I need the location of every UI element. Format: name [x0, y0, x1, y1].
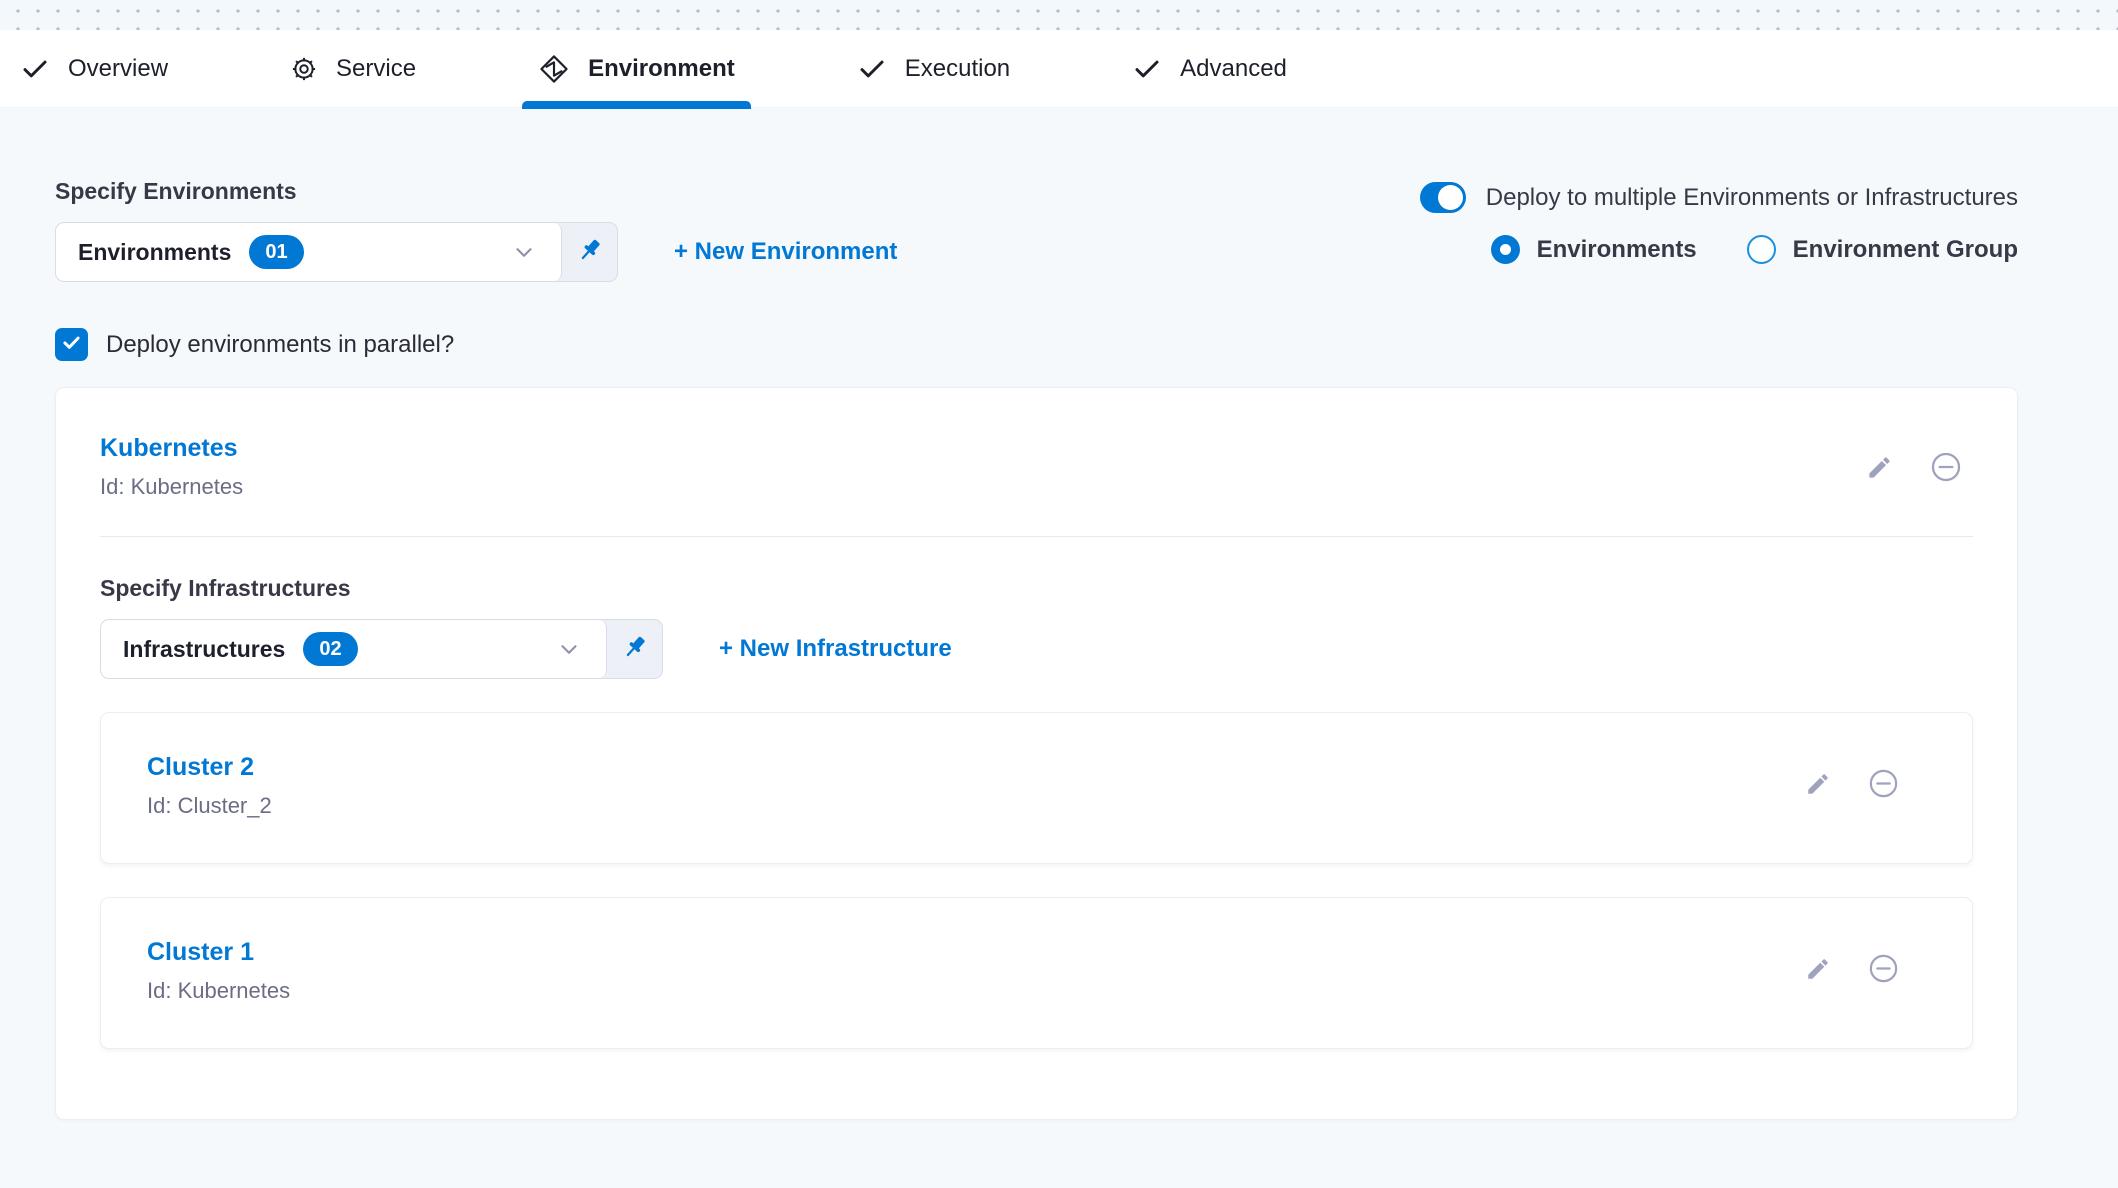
specify-environments-heading: Specify Environments [55, 178, 897, 205]
minus-circle-icon [1867, 952, 1900, 990]
toggle-knob [1438, 185, 1463, 210]
infrastructure-id: Id: Cluster_2 [147, 793, 272, 819]
environments-dropdown: Environments 01 [55, 222, 618, 282]
infrastructure-info: Cluster 1 Id: Kubernetes [147, 938, 290, 1004]
stage-tabbar: Overview Service Environment Execution [0, 30, 2118, 108]
multi-deploy-toggle[interactable] [1420, 182, 1466, 213]
remove-infrastructure-button[interactable] [1867, 767, 1900, 805]
edit-infrastructure-button[interactable] [1805, 956, 1831, 987]
tab-environment[interactable]: Environment [538, 30, 735, 108]
pencil-icon [1805, 771, 1831, 802]
environments-count-badge: 01 [249, 235, 303, 269]
environment-info: Kubernetes Id: Kubernetes [100, 434, 243, 500]
infrastructure-id: Id: Kubernetes [147, 978, 290, 1004]
infrastructures-dropdown: Infrastructures 02 [100, 619, 663, 679]
tab-label: Overview [68, 55, 168, 83]
tab-execution[interactable]: Execution [857, 30, 1010, 108]
radio-selected-icon [1491, 235, 1520, 264]
tab-label: Environment [588, 55, 735, 83]
radio-environments-label: Environments [1537, 236, 1697, 264]
environment-icon [538, 53, 570, 85]
radio-environments[interactable]: Environments [1491, 235, 1697, 264]
pin-icon [575, 235, 605, 270]
tab-service[interactable]: Service [290, 30, 416, 108]
minus-circle-icon [1929, 450, 1963, 489]
tab-label: Service [336, 55, 416, 83]
environments-dropdown-label: Environments [78, 239, 231, 266]
multi-deploy-toggle-label: Deploy to multiple Environments or Infra… [1486, 184, 2018, 212]
check-icon [1132, 54, 1162, 84]
multi-deploy-block: Deploy to multiple Environments or Infra… [1420, 178, 2018, 264]
tab-label: Execution [905, 55, 1010, 83]
minus-circle-icon [1867, 767, 1900, 805]
infrastructure-card-cluster-1: Cluster 1 Id: Kubernetes [100, 897, 1973, 1049]
specify-infrastructures-heading: Specify Infrastructures [100, 575, 1973, 602]
infrastructures-dropdown-field[interactable]: Infrastructures 02 [101, 620, 607, 678]
radio-environment-group[interactable]: Environment Group [1747, 235, 2018, 264]
check-icon [20, 54, 50, 84]
environment-card-kubernetes: Kubernetes Id: Kubernetes Specify Infras… [55, 387, 2018, 1120]
edit-environment-button[interactable] [1866, 454, 1893, 486]
infrastructure-card-cluster-2: Cluster 2 Id: Cluster_2 [100, 712, 1973, 864]
environments-dropdown-field[interactable]: Environments 01 [56, 223, 562, 281]
pin-infrastructures-button[interactable] [607, 620, 662, 678]
pipeline-canvas-strip [0, 0, 2118, 30]
check-icon [61, 332, 82, 358]
active-tab-underline [522, 101, 751, 109]
infrastructures-dropdown-label: Infrastructures [123, 636, 285, 663]
tab-label: Advanced [1180, 55, 1287, 83]
remove-environment-button[interactable] [1929, 450, 1963, 489]
deploy-parallel-label: Deploy environments in parallel? [106, 331, 454, 359]
specify-environments-block: Specify Environments Environments 01 [55, 178, 897, 282]
tab-overview[interactable]: Overview [20, 30, 168, 108]
new-infrastructure-link[interactable]: + New Infrastructure [719, 635, 952, 663]
new-environment-link[interactable]: + New Environment [674, 238, 897, 266]
infrastructure-name-link[interactable]: Cluster 2 [147, 753, 272, 782]
gear-icon [290, 55, 318, 83]
pin-environments-button[interactable] [562, 223, 617, 281]
edit-infrastructure-button[interactable] [1805, 771, 1831, 802]
deploy-parallel-checkbox[interactable] [55, 328, 88, 361]
tab-advanced[interactable]: Advanced [1132, 30, 1287, 108]
environment-tab-content: Specify Environments Environments 01 [0, 108, 2118, 1188]
infrastructure-name-link[interactable]: Cluster 1 [147, 938, 290, 967]
pencil-icon [1866, 454, 1893, 486]
chevron-down-icon [511, 239, 537, 265]
infrastructure-list: Cluster 2 Id: Cluster_2 [100, 712, 1973, 1049]
infrastructures-count-badge: 02 [303, 632, 357, 666]
environment-name-link[interactable]: Kubernetes [100, 434, 243, 463]
radio-environment-group-label: Environment Group [1793, 236, 2018, 264]
environment-id: Id: Kubernetes [100, 474, 243, 500]
deploy-parallel-row: Deploy environments in parallel? [55, 328, 2018, 361]
chevron-down-icon [556, 636, 582, 662]
pin-icon [620, 632, 650, 667]
remove-infrastructure-button[interactable] [1867, 952, 1900, 990]
check-icon [857, 54, 887, 84]
card-divider [100, 536, 1973, 537]
pencil-icon [1805, 956, 1831, 987]
radio-unselected-icon [1747, 235, 1776, 264]
infrastructure-info: Cluster 2 Id: Cluster_2 [147, 753, 272, 819]
